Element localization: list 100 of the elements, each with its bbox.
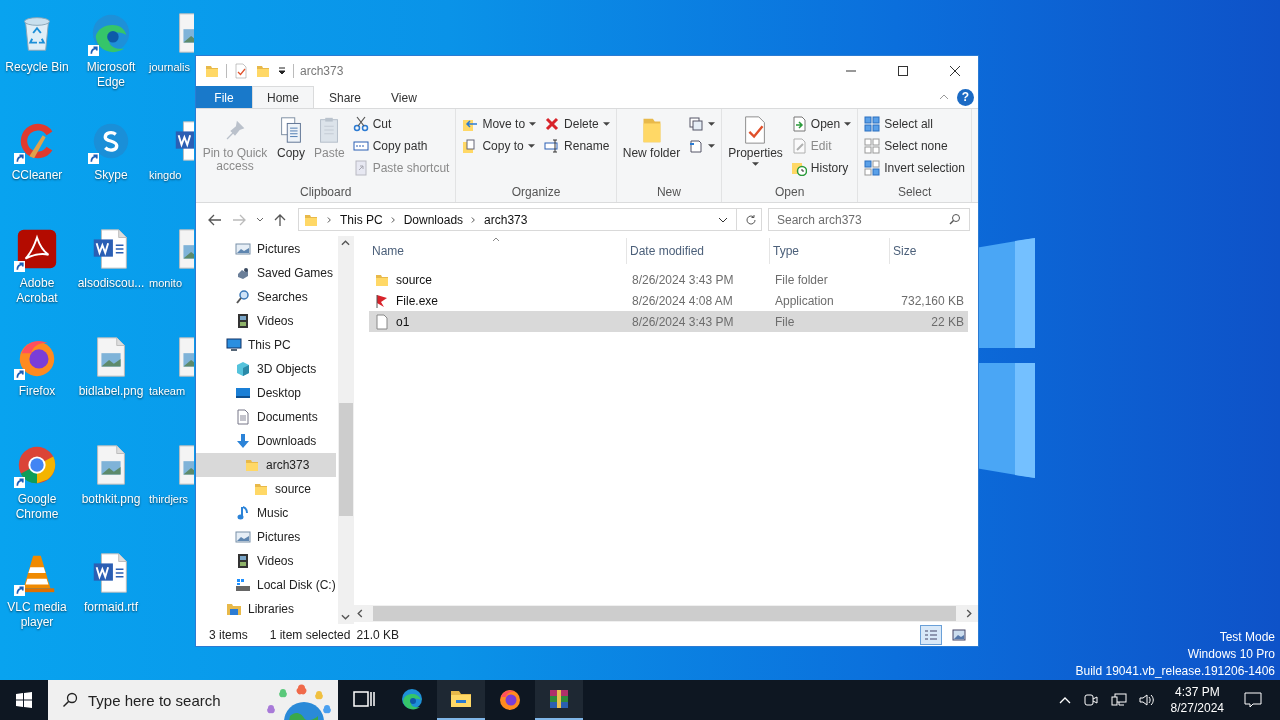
file-name: source — [396, 272, 433, 287]
nav-item[interactable]: Desktop — [196, 381, 336, 405]
nav-item[interactable]: 3D Objects — [196, 357, 336, 381]
file-name: File.exe — [396, 293, 439, 308]
item-count: 3 items — [209, 628, 248, 642]
scrollbar[interactable] — [351, 605, 978, 622]
up-arrow-icon[interactable] — [274, 212, 286, 227]
address-bar[interactable]: This PC Downloads arch373 — [298, 208, 762, 231]
nav-item[interactable]: source — [196, 477, 336, 501]
ribbon-button[interactable]: Open — [787, 113, 855, 135]
nav-item[interactable]: Music — [196, 501, 336, 525]
history-icon — [790, 160, 807, 176]
nav-item[interactable]: Local Disk (C:) — [196, 573, 336, 597]
drive-icon — [235, 577, 251, 593]
dropdown-icon[interactable] — [718, 216, 728, 223]
volume-icon[interactable] — [1138, 692, 1155, 708]
download-arrow-icon — [235, 433, 251, 449]
invert-selection-icon — [864, 160, 881, 176]
taskbar-search-field[interactable]: Type here to search — [48, 680, 338, 720]
ribbon-button[interactable]: Copy — [273, 111, 309, 164]
ribbon-button[interactable]: Rename — [541, 135, 613, 157]
camera-icon[interactable] — [1082, 692, 1099, 708]
recent-locations-icon[interactable] — [256, 217, 264, 222]
file-row[interactable]: source 8/26/2024 3:43 PM File folder — [369, 269, 968, 290]
file-row[interactable]: o1 8/26/2024 3:43 PM File 22 KB — [369, 311, 968, 332]
nav-item[interactable]: Searches — [196, 285, 336, 309]
nav-item[interactable]: This PC — [196, 333, 336, 357]
ribbon-button[interactable]: Move to — [459, 113, 540, 135]
search-field[interactable]: Search arch373 — [768, 208, 970, 231]
caret-icon — [708, 122, 716, 126]
shortcut-arrow-icon — [14, 261, 25, 272]
ribbon-button[interactable]: Cut — [349, 113, 453, 135]
ribbon-button[interactable]: History — [787, 157, 855, 179]
table-cell: 22 KB — [931, 314, 964, 329]
scroll-left-icon[interactable] — [357, 609, 363, 618]
clock-date[interactable]: 8/27/2024 — [1170, 700, 1224, 716]
scrollbar[interactable] — [337, 236, 354, 624]
column-header[interactable]: Type — [770, 238, 890, 264]
table-cell-text: Application — [774, 293, 835, 308]
notifications-icon[interactable] — [1244, 692, 1262, 708]
ribbon-button[interactable]: New folder — [619, 111, 684, 164]
nav-item[interactable]: Pictures — [196, 525, 336, 549]
taskbar-app[interactable] — [535, 680, 583, 720]
column-header[interactable]: Size — [890, 238, 968, 264]
taskbar-app[interactable] — [437, 680, 485, 720]
ribbon-tab[interactable]: View — [376, 86, 432, 108]
back-icon[interactable] — [208, 213, 222, 226]
scroll-right-icon[interactable] — [966, 609, 972, 618]
group-label: Clipboard — [299, 185, 353, 201]
caret-icon — [708, 144, 716, 148]
chevron-icon[interactable] — [327, 215, 332, 224]
nav-item[interactable]: Documents — [196, 405, 336, 429]
file-row[interactable]: File.exe 8/26/2024 4:08 AM Application 732,160 KB — [369, 290, 968, 311]
search-icon — [235, 289, 251, 305]
chevron-icon[interactable] — [390, 215, 396, 224]
table-cell-text: 8/26/2024 4:08 AM — [631, 293, 734, 308]
ribbon-button[interactable]: Delete — [541, 113, 613, 135]
shortcut-arrow-icon — [14, 369, 25, 380]
network-icon[interactable] — [1110, 692, 1127, 708]
nav-item[interactable]: Saved Games — [196, 261, 336, 285]
nav-item[interactable]: Downloads — [196, 429, 336, 453]
ribbon-button[interactable]: Invert selection — [861, 157, 968, 179]
dropdown-icon[interactable] — [277, 66, 287, 76]
ribbon-button[interactable]: Select none — [861, 135, 968, 157]
folder-icon — [204, 63, 220, 79]
file-name: o1 — [396, 314, 410, 329]
help-button[interactable]: ? — [957, 88, 974, 106]
collapse-ribbon-icon[interactable] — [939, 94, 949, 100]
nav-item[interactable]: Videos — [196, 549, 336, 573]
ribbon-button[interactable]: Copy path — [349, 135, 453, 157]
ribbon-button[interactable]: Select all — [861, 113, 968, 135]
ribbon-button[interactable]: Properties — [725, 111, 786, 170]
nav-item[interactable]: Libraries — [196, 597, 336, 621]
open-icon — [790, 116, 807, 132]
show-hidden-icons-icon[interactable] — [1058, 696, 1071, 704]
breadcrumb[interactable]: arch373 — [484, 212, 528, 227]
table-cell-text: 8/26/2024 3:43 PM — [631, 272, 735, 287]
ribbon-button[interactable]: Copy to — [459, 135, 540, 157]
computer-icon — [226, 337, 242, 353]
breadcrumb[interactable]: Downloads — [403, 212, 464, 227]
refresh-icon[interactable] — [745, 213, 757, 226]
ribbon-tab[interactable]: Share — [314, 86, 377, 108]
ribbon-tab[interactable]: Home — [252, 86, 314, 108]
scroll-up-icon[interactable] — [341, 240, 351, 246]
firefox-icon — [498, 687, 522, 711]
scroll-down-icon[interactable] — [341, 614, 351, 620]
clock-time[interactable]: 4:37 PM — [1174, 684, 1220, 700]
nav-item[interactable]: Pictures — [196, 237, 336, 261]
properties-icon[interactable] — [233, 63, 249, 79]
document-icon — [235, 409, 251, 425]
column-header[interactable]: Date modified — [627, 238, 770, 264]
ribbon-tab[interactable]: File — [196, 86, 252, 108]
column-header[interactable]: Name — [369, 238, 627, 264]
pictures-icon — [235, 241, 251, 257]
film-icon — [235, 313, 251, 329]
breadcrumb[interactable]: This PC — [340, 212, 383, 227]
nav-item[interactable]: arch373 — [196, 453, 336, 477]
chevron-icon[interactable] — [471, 215, 477, 224]
nav-item[interactable]: Videos — [196, 309, 336, 333]
shortcut-arrow-icon — [14, 585, 25, 596]
